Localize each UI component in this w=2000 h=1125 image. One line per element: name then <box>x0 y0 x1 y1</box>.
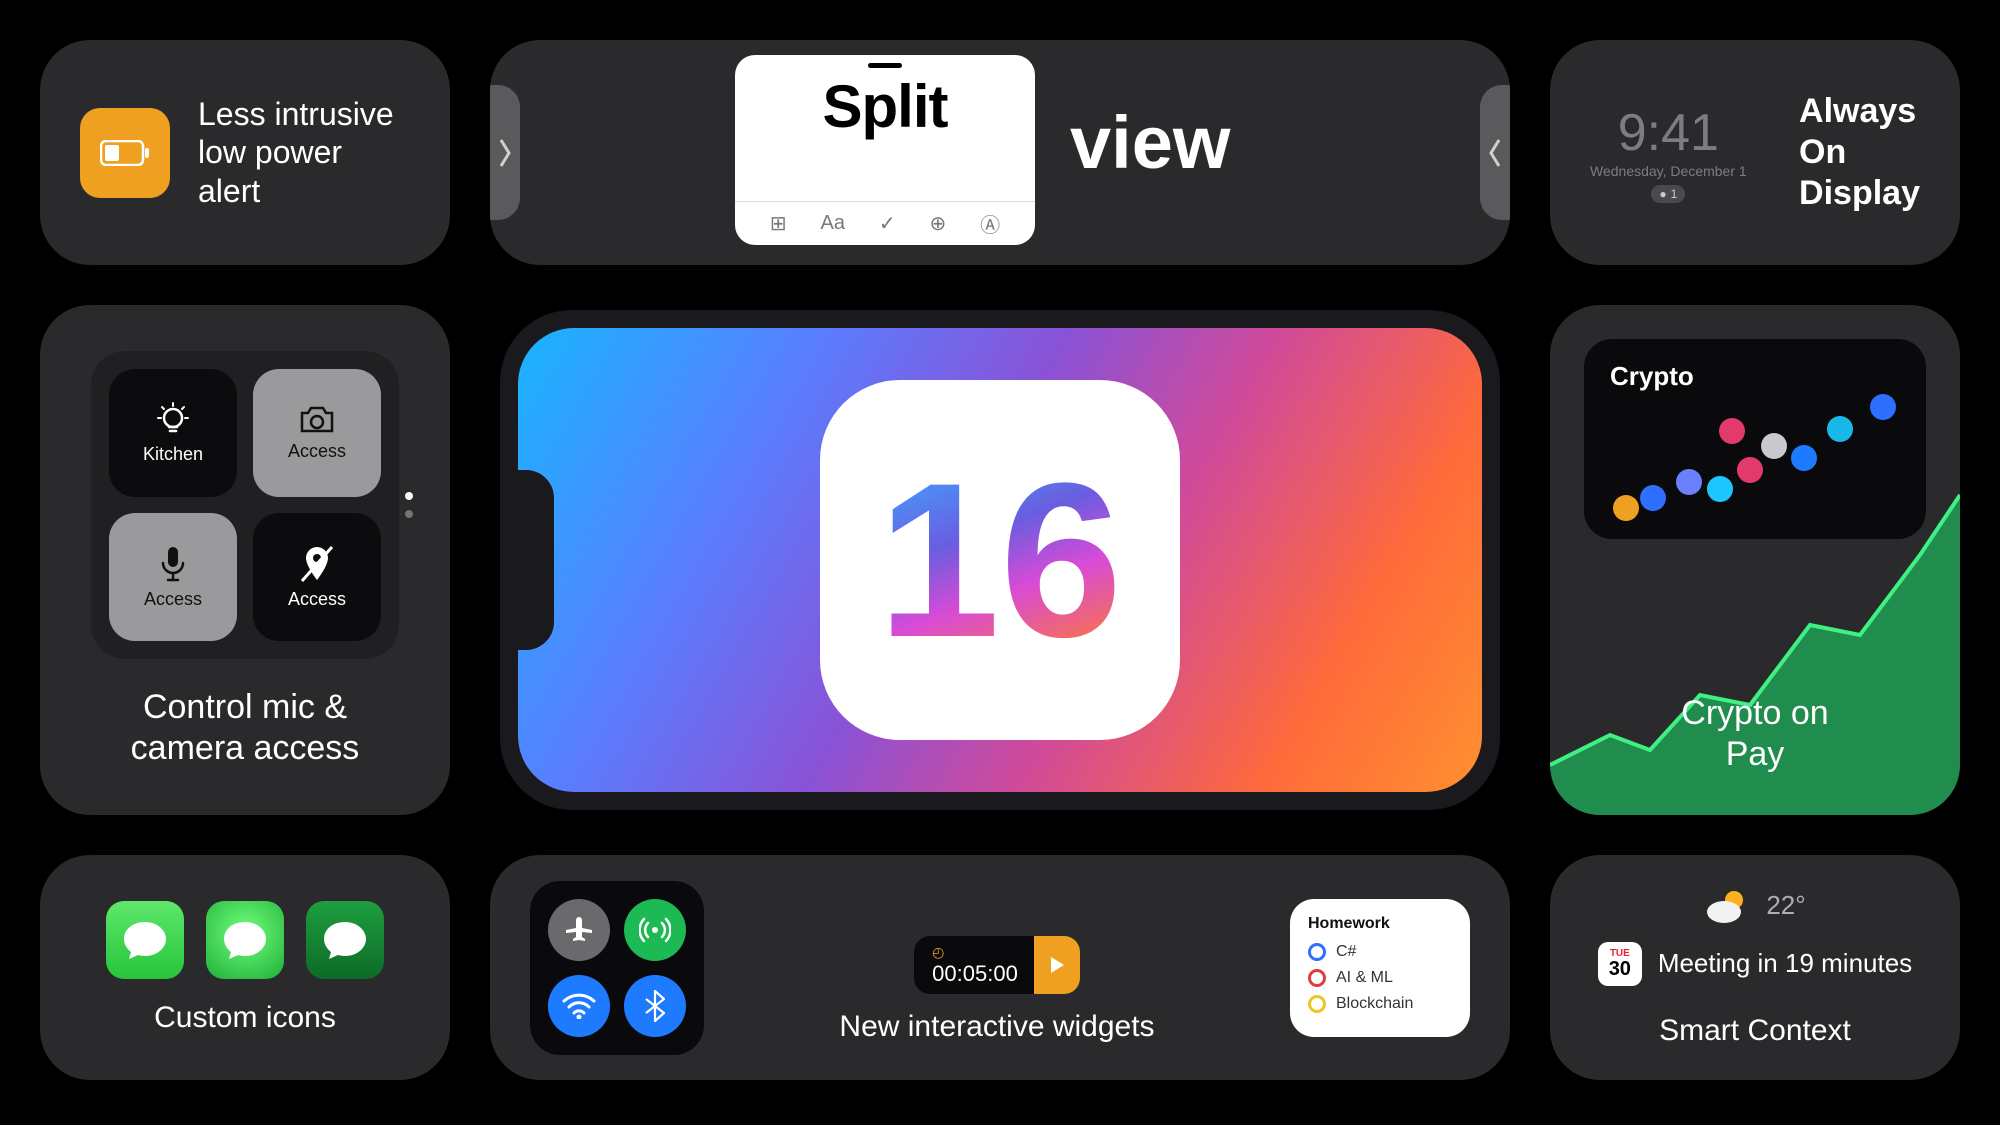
battery-icon <box>80 108 170 198</box>
meeting-text: Meeting in 19 minutes <box>1658 948 1912 979</box>
dot-icon <box>405 510 413 518</box>
peek-right[interactable] <box>1480 85 1510 220</box>
coin-icon <box>1870 394 1896 420</box>
bluetooth-toggle[interactable] <box>624 975 686 1037</box>
cellular-toggle[interactable] <box>624 899 686 961</box>
access-label: Control mic &camera access <box>131 687 360 769</box>
center-phone: 16 <box>490 305 1510 815</box>
crypto-widget[interactable]: Crypto <box>1584 339 1926 539</box>
weather-icon <box>1704 888 1750 924</box>
access-grid: Kitchen Access Access Access <box>91 351 399 659</box>
aod-notif-pill: ● 1 <box>1651 185 1685 203</box>
tool-text-icon[interactable]: Aa <box>821 212 845 235</box>
coin-icon <box>1613 495 1639 521</box>
ring-icon <box>1308 943 1326 961</box>
coin-icon <box>1719 418 1745 444</box>
camera-icon <box>299 405 335 435</box>
weather-row: 22° <box>1704 888 1805 924</box>
crypto-card: Crypto Crypto on Pay <box>1550 305 1960 815</box>
aod-preview: 9:41 Wednesday, December 1 ● 1 <box>1590 103 1747 203</box>
timer-value: 00:05:00 <box>932 961 1018 987</box>
homework-item[interactable]: AI & ML <box>1308 969 1452 987</box>
coin-scatter <box>1604 399 1906 519</box>
dot-icon <box>405 492 413 500</box>
messages-icon[interactable] <box>206 901 284 979</box>
ring-icon <box>1308 969 1326 987</box>
tile-kitchen[interactable]: Kitchen <box>109 369 237 497</box>
homework-widget[interactable]: Homework C# AI & ML Blockchain <box>1290 899 1470 1037</box>
antenna-icon <box>639 914 671 946</box>
wifi-toggle[interactable] <box>548 975 610 1037</box>
split-view-card: Split ⊞ Aa ✓ ⊕ Ⓐ view <box>490 40 1510 265</box>
play-icon <box>1049 956 1065 974</box>
homework-title: Homework <box>1308 915 1452 933</box>
homework-item[interactable]: Blockchain <box>1308 995 1452 1013</box>
ring-icon <box>1308 995 1326 1013</box>
tool-table-icon[interactable]: ⊞ <box>770 211 787 236</box>
microphone-icon <box>159 545 187 583</box>
page-dots <box>405 492 413 518</box>
crypto-title: Crypto <box>1610 361 1900 392</box>
coin-icon <box>1737 457 1763 483</box>
low-power-label: Less intrusivelow power alert <box>198 95 410 210</box>
coin-icon <box>1791 445 1817 471</box>
coin-icon <box>1761 433 1787 459</box>
low-power-card: Less intrusivelow power alert <box>40 40 450 265</box>
tile-camera-access[interactable]: Access <box>253 369 381 497</box>
timer-widget[interactable]: ◴ 00:05:00 <box>914 936 1080 994</box>
crypto-label: Crypto on Pay <box>1681 693 1828 775</box>
airplane-toggle[interactable] <box>548 899 610 961</box>
widgets-label: New interactive widgets <box>839 1010 1154 1044</box>
ios-number: 16 <box>878 434 1123 687</box>
doc-toolbar: ⊞ Aa ✓ ⊕ Ⓐ <box>735 201 1035 245</box>
aod-time: 9:41 <box>1590 103 1747 163</box>
ios-badge: 16 <box>820 380 1180 740</box>
homework-item[interactable]: C# <box>1308 943 1452 961</box>
connectivity-group <box>530 881 704 1055</box>
phone-notch <box>518 470 554 650</box>
control-access-card: Kitchen Access Access Access Control mic… <box>40 305 450 815</box>
split-doc: Split ⊞ Aa ✓ ⊕ Ⓐ <box>735 55 1035 245</box>
custom-icons-card: Custom icons <box>40 855 450 1080</box>
always-on-display-card: 9:41 Wednesday, December 1 ● 1 AlwaysOnD… <box>1550 40 1960 265</box>
aod-label: AlwaysOnDisplay <box>1799 91 1920 213</box>
clock-icon: ◴ <box>932 944 1018 961</box>
phone-frame: 16 <box>500 310 1500 810</box>
split-word2: view <box>1070 100 1230 185</box>
tool-markup-icon[interactable]: Ⓐ <box>980 209 1000 238</box>
messages-icon[interactable] <box>106 901 184 979</box>
phone-screen: 16 <box>518 328 1482 792</box>
airplane-icon <box>564 915 594 945</box>
calendar-icon: TUE 30 <box>1598 942 1642 986</box>
tile-location-access[interactable]: Access <box>253 513 381 641</box>
tool-add-icon[interactable]: ⊕ <box>929 211 946 236</box>
tool-check-icon[interactable]: ✓ <box>879 211 896 236</box>
coin-icon <box>1707 476 1733 502</box>
notch-icon <box>868 63 902 68</box>
peek-left[interactable] <box>490 85 520 220</box>
location-slash-icon <box>300 545 334 583</box>
temperature: 22° <box>1766 890 1805 921</box>
wifi-icon <box>562 993 596 1019</box>
coin-icon <box>1827 416 1853 442</box>
bubble-icon: ● <box>1659 187 1666 201</box>
play-button[interactable] <box>1034 936 1080 994</box>
bluetooth-icon <box>645 990 665 1022</box>
messages-icon[interactable] <box>306 901 384 979</box>
context-label: Smart Context <box>1659 1014 1851 1048</box>
split-word1: Split <box>823 72 948 141</box>
smart-context-card: 22° TUE 30 Meeting in 19 minutes Smart C… <box>1550 855 1960 1080</box>
custom-icons-label: Custom icons <box>154 1001 336 1035</box>
meeting-row: TUE 30 Meeting in 19 minutes <box>1598 942 1912 986</box>
coin-icon <box>1676 469 1702 495</box>
icon-row <box>106 901 384 979</box>
interactive-widgets-card: ◴ 00:05:00 New interactive widgets Homew… <box>490 855 1510 1080</box>
coin-icon <box>1640 485 1666 511</box>
lightbulb-icon <box>155 402 191 438</box>
tile-mic-access[interactable]: Access <box>109 513 237 641</box>
aod-date: Wednesday, December 1 <box>1590 163 1747 179</box>
